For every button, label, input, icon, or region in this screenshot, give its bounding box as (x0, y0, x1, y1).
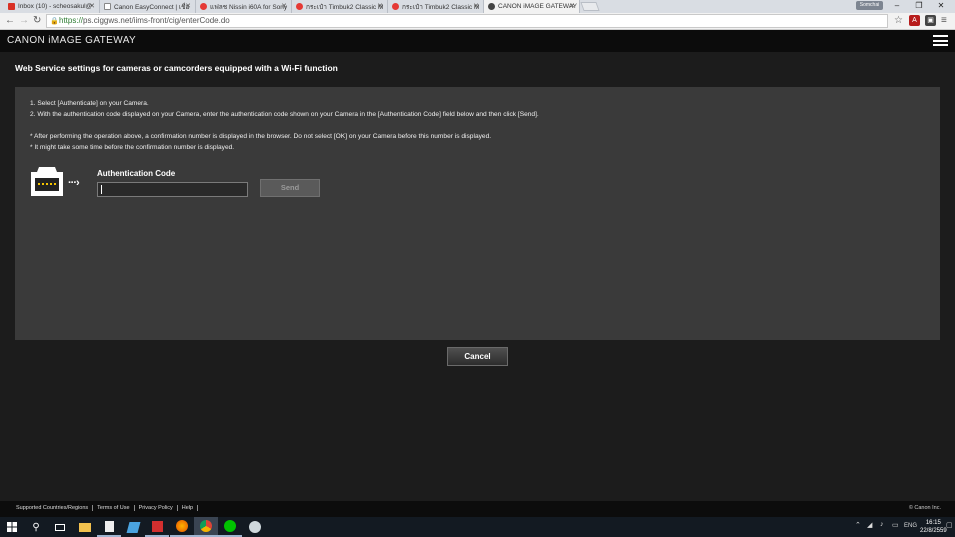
footer-link-help[interactable]: Help (177, 505, 199, 511)
url-path: ps.ciggws.net/iims-front/cig/enterCode.d… (83, 16, 230, 25)
browser-tab[interactable]: Inbox (10) - scheosakul@ ✕ (4, 0, 100, 13)
reload-icon[interactable]: ↻ (33, 15, 41, 27)
bookmark-star-icon[interactable]: ☆ (894, 15, 903, 27)
file-explorer-icon[interactable] (73, 517, 97, 537)
user-profile-badge[interactable]: Somchai (856, 1, 883, 10)
site-footer: Supported Countries/Regions Terms of Use P… (0, 501, 955, 517)
task-view-icon[interactable] (48, 517, 72, 537)
camera-icon (31, 167, 63, 196)
cancel-button[interactable]: Cancel (447, 347, 508, 366)
chrome-icon[interactable] (194, 517, 218, 537)
dotted-arrow-icon: ···› (68, 177, 80, 189)
close-tab-icon[interactable]: ✕ (473, 2, 479, 10)
footer-links: Supported Countries/Regions Terms of Use P… (12, 505, 199, 511)
forward-icon[interactable]: → (19, 15, 29, 27)
browser-tab-strip: Inbox (10) - scheosakul@ ✕ Canon EasyCon… (0, 0, 955, 13)
calculator-icon[interactable] (97, 517, 121, 537)
clock-date: 22/8/2559 (920, 528, 947, 534)
browser-toolbar: ← → ↻ 🔒 https://ps.ciggws.net/iims-front… (0, 13, 955, 30)
system-clock[interactable]: 16:15 22/8/2559 (920, 519, 947, 535)
app-icon[interactable] (121, 517, 145, 537)
footer-link-terms[interactable]: Terms of Use (93, 505, 135, 511)
windows-logo-icon (7, 522, 17, 532)
browser-menu-icon[interactable]: ≡ (941, 15, 947, 27)
instruction-step-2: 2. With the authentication code displaye… (30, 111, 539, 118)
volume-icon[interactable]: ♪ (880, 521, 884, 528)
text-caret (101, 185, 102, 194)
canon-logo[interactable]: CANON iMAGE GATEWAY (7, 35, 136, 46)
keyboard-icon[interactable]: ▭ (892, 521, 899, 529)
clock-time: 16:15 (925, 520, 941, 526)
site-header: CANON iMAGE GATEWAY (0, 30, 955, 52)
acrobat-icon[interactable] (145, 517, 169, 537)
browser-tab-active[interactable]: CANON iMAGE GATEWAY ✕ (484, 0, 580, 13)
page-icon (104, 3, 111, 10)
acrobat-extension-icon[interactable]: A (909, 15, 920, 26)
app2-icon[interactable] (243, 517, 267, 537)
minimize-icon[interactable]: – (886, 0, 908, 12)
gmail-icon (8, 3, 15, 10)
search-icon[interactable]: ⚲ (24, 517, 48, 537)
back-icon[interactable]: ← (5, 15, 15, 27)
line-icon[interactable] (218, 517, 242, 537)
shop-icon (392, 3, 399, 10)
network-icon[interactable]: ◢ (867, 521, 872, 529)
notifications-icon[interactable]: ▢ (946, 521, 953, 529)
footer-link-countries[interactable]: Supported Countries/Regions (12, 505, 94, 511)
canon-gateway-icon (488, 3, 495, 10)
close-tab-icon[interactable]: ✕ (281, 2, 287, 10)
instruction-note-1: * After performing the operation above, … (30, 133, 492, 140)
windows-taskbar: ⚲ ⌃ ◢ ♪ ▭ ENG 16:15 22/8/2559 ▢ (0, 517, 955, 537)
close-tab-icon[interactable]: ✕ (569, 2, 575, 10)
instruction-note-2: * It might take some time before the con… (30, 144, 235, 151)
close-window-icon[interactable]: ✕ (930, 0, 952, 12)
hamburger-menu-icon[interactable] (933, 35, 948, 46)
auth-code-input[interactable] (97, 182, 248, 197)
close-tab-icon[interactable]: ✕ (377, 2, 383, 10)
close-tab-icon[interactable]: ✕ (185, 2, 191, 10)
browser-tab[interactable]: กระเป๋า Timbuk2 Classic M ✕ (388, 0, 484, 13)
address-bar[interactable]: 🔒 https://ps.ciggws.net/iims-front/cig/e… (46, 14, 888, 28)
copyright: © Canon Inc. (908, 505, 941, 511)
input-language[interactable]: ENG (904, 523, 917, 529)
browser-tab[interactable]: กระเป๋า Timbuk2 Classic M ✕ (292, 0, 388, 13)
lock-icon: 🔒 (50, 18, 59, 25)
maximize-icon[interactable]: ❐ (908, 0, 930, 12)
firefox-icon[interactable] (170, 517, 194, 537)
footer-link-privacy[interactable]: Privacy Policy (134, 505, 178, 511)
tray-expand-icon[interactable]: ⌃ (855, 521, 861, 529)
shop-icon (296, 3, 303, 10)
content-panel (15, 87, 940, 340)
url-scheme: https:// (59, 16, 84, 25)
browser-tab[interactable]: แฟลช Nissin i60A for Sony ✕ (196, 0, 292, 13)
close-tab-icon[interactable]: ✕ (89, 2, 95, 10)
start-button[interactable] (0, 517, 24, 537)
instruction-step-1: 1. Select [Authenticate] on your Camera. (30, 100, 149, 107)
extension-icon[interactable]: ▣ (925, 15, 936, 26)
shop-icon (200, 3, 207, 10)
page-title: Web Service settings for cameras or camc… (15, 63, 338, 73)
browser-tab[interactable]: Canon EasyConnect | เชื่อ ✕ (100, 0, 196, 13)
auth-code-label: Authentication Code (97, 169, 176, 178)
send-button[interactable]: Send (260, 179, 320, 197)
new-tab-button[interactable] (580, 2, 600, 11)
